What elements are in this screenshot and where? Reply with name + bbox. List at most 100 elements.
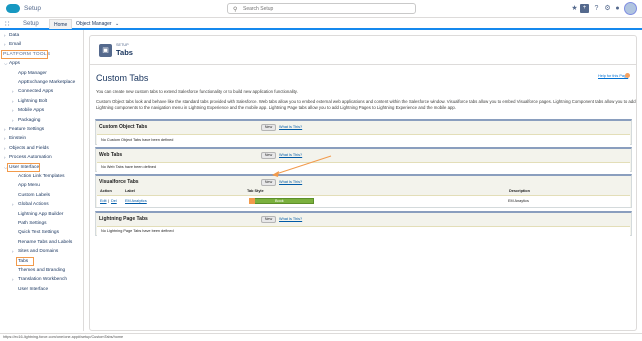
- table-row: No Web Tabs have been defined: [97, 162, 630, 172]
- page-header-sup: SETUP: [116, 43, 129, 47]
- sidebar-item-rename-tabs-and-labels[interactable]: Rename Tabs and Labels: [18, 240, 72, 245]
- sidebar-item-quick-text-settings[interactable]: Quick Text Settings: [18, 230, 59, 235]
- chevron-right-icon[interactable]: ›: [12, 99, 14, 104]
- sidebar-item-objects-and-fields[interactable]: Objects and Fields: [9, 146, 49, 151]
- column-header-action: Action: [100, 189, 112, 193]
- sidebar-item-einstein[interactable]: Einstein: [9, 136, 26, 141]
- section-title: Visualforce Tabs: [99, 179, 139, 185]
- search-box[interactable]: ⚲: [227, 3, 416, 14]
- bell-icon[interactable]: ●: [613, 4, 622, 13]
- help-icon[interactable]: ?: [592, 4, 601, 13]
- avatar[interactable]: [624, 2, 637, 15]
- section-title: Lightning Page Tabs: [99, 216, 148, 222]
- empty-message: No Lightning Page Tabs have been defined: [101, 229, 174, 233]
- setup-main-panel: ▣ SETUP Tabs Custom Tabs Help for this P…: [89, 35, 637, 331]
- chevron-right-icon[interactable]: ›: [12, 277, 14, 282]
- status-bar: https://ec16-lightning.force.com/one/one…: [0, 333, 642, 341]
- salesforce-logo[interactable]: [6, 4, 20, 13]
- column-header-description: Description: [509, 189, 530, 193]
- sidebar-item-mobile-apps[interactable]: Mobile Apps: [18, 108, 44, 113]
- lightning-page-tabs-section: Lightning Page Tabs New What Is This? No…: [95, 211, 632, 236]
- star-icon[interactable]: ★: [570, 4, 579, 13]
- chevron-right-icon[interactable]: ›: [4, 146, 6, 151]
- sidebar-item-app-menu[interactable]: App Menu: [18, 183, 40, 188]
- gear-icon[interactable]: ⚙: [603, 4, 612, 13]
- tab-label-link[interactable]: EM Analytics: [125, 199, 147, 203]
- search-input[interactable]: [243, 5, 403, 13]
- empty-message: No Custom Object Tabs have been defined: [101, 138, 174, 142]
- chevron-right-icon[interactable]: ›: [4, 155, 6, 160]
- setup-sidebar: › Data › Email PLATFORM TOOLS ⌵ Apps App Manage…: [0, 30, 84, 331]
- chevron-right-icon[interactable]: ›: [12, 108, 14, 113]
- sidebar-item-path-settings[interactable]: Path Settings: [18, 221, 47, 226]
- new-lightning-page-tab-button[interactable]: New: [261, 216, 276, 223]
- tab-home[interactable]: Home: [49, 19, 73, 29]
- table-row: No Custom Object Tabs have been defined: [97, 134, 630, 145]
- chevron-right-icon[interactable]: ›: [4, 127, 6, 132]
- app-nav-bar: ∷ Setup Home Object Manager ⌄: [0, 18, 642, 30]
- sidebar-item-app-manager[interactable]: App Manager: [18, 71, 47, 76]
- sidebar-item-user-interface[interactable]: User Interface: [18, 287, 48, 292]
- sidebar-item-sites-and-domains[interactable]: Sites and Domains: [18, 249, 58, 254]
- annotation-highlight: [1, 49, 48, 59]
- search-icon: ⚲: [233, 7, 238, 13]
- edit-link[interactable]: Edit: [100, 199, 107, 203]
- chevron-right-icon[interactable]: ›: [4, 42, 6, 47]
- new-web-tab-button[interactable]: New: [261, 152, 276, 159]
- global-header: Setup ⚲ ★ + ? ⚙ ●: [0, 0, 642, 18]
- chevron-right-icon[interactable]: ›: [12, 249, 14, 254]
- chevron-down-icon[interactable]: ⌵: [4, 61, 7, 66]
- sidebar-item-themes-and-branding[interactable]: Themes and Branding: [18, 268, 65, 273]
- sidebar-item-apps[interactable]: Apps: [9, 61, 20, 66]
- sidebar-item-lightning-bolt[interactable]: Lightning Bolt: [18, 99, 47, 104]
- sidebar-item-packaging[interactable]: Packaging: [18, 118, 40, 123]
- sidebar-item-action-link-templates[interactable]: Action Link Templates: [18, 174, 65, 179]
- sidebar-item-global-actions[interactable]: Global Actions: [18, 202, 49, 207]
- tabs-icon: ▣: [99, 44, 112, 57]
- divider: [90, 64, 636, 65]
- chevron-right-icon[interactable]: ›: [4, 33, 6, 38]
- delete-link[interactable]: Del: [111, 199, 117, 203]
- sidebar-item-feature-settings[interactable]: Feature Settings: [9, 127, 44, 132]
- sidebar-item-custom-labels[interactable]: Custom Labels: [18, 193, 50, 198]
- chevron-right-icon[interactable]: ›: [4, 136, 6, 141]
- book-icon: [249, 198, 255, 204]
- annotation-highlight: [7, 162, 40, 172]
- chevron-right-icon[interactable]: ›: [12, 118, 14, 123]
- help-page-icon[interactable]: [625, 73, 630, 78]
- help-link[interactable]: Help for this Page: [598, 74, 628, 78]
- what-is-this-link[interactable]: What Is This?: [279, 217, 302, 221]
- annotation-highlight: [16, 256, 34, 266]
- sidebar-item-process-automation[interactable]: Process Automation: [9, 155, 52, 160]
- web-tabs-section: Web Tabs New What Is This? No Web Tabs h…: [95, 147, 632, 172]
- sidebar-item-connected-apps[interactable]: Connected Apps: [18, 89, 53, 94]
- sidebar-item-translation-workbench[interactable]: Translation Workbench: [18, 277, 67, 282]
- what-is-this-link[interactable]: What Is This?: [279, 125, 302, 129]
- what-is-this-link[interactable]: What Is This?: [279, 153, 302, 157]
- what-is-this-link[interactable]: What Is This?: [279, 180, 302, 184]
- page-title: Custom Tabs: [96, 73, 149, 83]
- section-title: Web Tabs: [99, 152, 123, 158]
- section-title: Custom Object Tabs: [99, 124, 148, 130]
- nav-app-name: Setup: [23, 21, 39, 27]
- sidebar-item-data[interactable]: Data: [9, 33, 19, 38]
- tab-style-name: Book: [275, 199, 284, 203]
- status-url: https://ec16-lightning.force.com/one/one…: [3, 335, 124, 339]
- description-line-1: Custom Object tabs look and behave like …: [96, 99, 636, 104]
- visualforce-tabs-section: Visualforce Tabs New What Is This? Actio…: [95, 174, 632, 208]
- add-icon[interactable]: +: [580, 4, 589, 13]
- column-header-tab-style: Tab Style: [247, 189, 264, 193]
- new-visualforce-tab-button[interactable]: New: [261, 179, 276, 186]
- new-custom-object-tab-button[interactable]: New: [261, 124, 276, 131]
- table-row: No Lightning Page Tabs have been defined: [97, 226, 630, 236]
- sidebar-item-email[interactable]: Email: [9, 42, 21, 47]
- sidebar-item-appexchange-marketplace[interactable]: AppExchange Marketplace: [18, 80, 75, 85]
- sidebar-item-lightning-app-builder[interactable]: Lightning App Builder: [18, 212, 63, 217]
- intro-text: You can create new custom tabs to extend…: [96, 89, 298, 94]
- chevron-right-icon[interactable]: ›: [12, 89, 14, 94]
- chevron-down-icon[interactable]: ⌄: [111, 19, 123, 29]
- empty-message: No Web Tabs have been defined: [101, 165, 156, 169]
- app-launcher-icon[interactable]: ∷: [5, 20, 9, 28]
- chevron-right-icon[interactable]: ›: [12, 202, 14, 207]
- tab-object-manager[interactable]: Object Manager: [72, 19, 116, 29]
